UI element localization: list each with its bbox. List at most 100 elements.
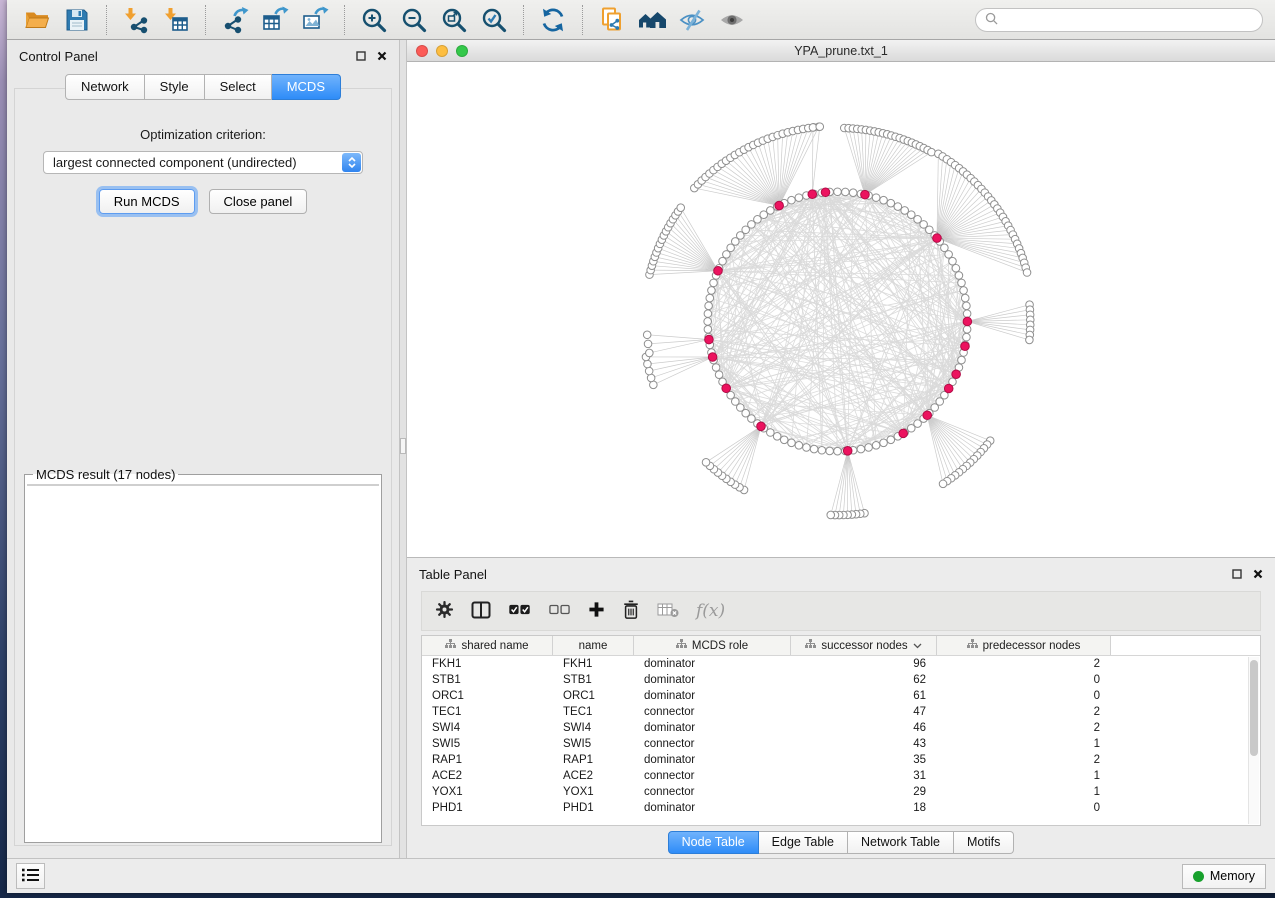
column-header-shared-name[interactable]: shared name (422, 636, 553, 655)
delete-column-button[interactable] (622, 596, 640, 626)
open-folder-button[interactable] (19, 3, 55, 37)
table-panel-tabs: Node TableEdge TableNetwork TableMotifs (407, 826, 1275, 858)
sort-descending-icon[interactable] (913, 640, 922, 652)
function-builder-button[interactable]: f(x) (696, 596, 725, 626)
table-row[interactable]: SWI4SWI4dominator462 (422, 720, 1260, 736)
zoom-in-button[interactable] (356, 3, 392, 37)
mcds-result-title: MCDS result (17 nodes) (33, 467, 178, 482)
search-input[interactable] (1003, 13, 1253, 27)
toggle-columns-button[interactable] (471, 596, 491, 626)
list-icon (22, 868, 40, 885)
table-row[interactable]: ACE2ACE2connector311 (422, 768, 1260, 784)
table-row[interactable]: STB1STB1dominator620 (422, 672, 1260, 688)
import-table-button[interactable] (158, 3, 194, 37)
close-window-icon[interactable] (416, 45, 428, 57)
unchecked-boxes-icon (548, 603, 571, 619)
close-panel-icon[interactable] (377, 51, 387, 61)
table-body: FKH1FKH1dominator962STB1STB1dominator620… (422, 656, 1260, 825)
export-image-button[interactable] (297, 3, 333, 37)
tab-edge-table[interactable]: Edge Table (759, 831, 848, 854)
table-row[interactable]: ORC1ORC1dominator610 (422, 688, 1260, 704)
cell-predecessor-nodes: 2 (937, 754, 1111, 766)
cell-predecessor-nodes: 0 (937, 690, 1111, 702)
close-table-panel-icon[interactable] (1253, 569, 1263, 579)
memory-label: Memory (1210, 869, 1255, 883)
tab-network[interactable]: Network (65, 74, 145, 100)
tab-motifs[interactable]: Motifs (954, 831, 1014, 854)
export-table-button[interactable] (257, 3, 293, 37)
minimize-window-icon[interactable] (436, 45, 448, 57)
table-row[interactable]: PHD1PHD1dominator180 (422, 800, 1260, 816)
deselect-all-button[interactable] (548, 596, 571, 626)
column-header-name[interactable]: name (553, 636, 634, 655)
cell-name: SWI5 (553, 738, 634, 750)
network-canvas[interactable] (407, 62, 1275, 557)
cell-name: YOX1 (553, 786, 634, 798)
show-all-button[interactable] (714, 3, 750, 37)
settings-gear-button[interactable] (435, 596, 454, 626)
close-panel-button[interactable]: Close panel (209, 189, 308, 214)
tab-network-table[interactable]: Network Table (848, 831, 954, 854)
table-scrollbar-thumb[interactable] (1250, 660, 1258, 756)
toolbar-separator (344, 5, 345, 35)
optimization-criterion-select[interactable]: largest connected component (undirected) (43, 151, 363, 174)
save-button[interactable] (59, 3, 95, 37)
panel-menu-button[interactable] (16, 863, 45, 889)
column-header-MCDS-role[interactable]: MCDS role (634, 636, 791, 655)
table-row[interactable]: RAP1RAP1dominator352 (422, 752, 1260, 768)
table-row[interactable]: TEC1TEC1connector472 (422, 704, 1260, 720)
status-bar: Memory (7, 858, 1275, 893)
column-type-icon (676, 639, 687, 652)
select-all-button[interactable] (508, 596, 531, 626)
table-row[interactable]: FKH1FKH1dominator962 (422, 656, 1260, 672)
cell-shared-name: SWI5 (422, 738, 553, 750)
refresh-button[interactable] (535, 3, 571, 37)
zoom-selected-button[interactable] (476, 3, 512, 37)
float-panel-icon[interactable] (356, 51, 366, 61)
cell-MCDS-role: dominator (634, 802, 791, 814)
memory-button[interactable]: Memory (1182, 864, 1266, 889)
network-graph[interactable] (407, 62, 1275, 557)
export-network-button[interactable] (217, 3, 253, 37)
splitter-grip[interactable] (400, 438, 406, 454)
cell-predecessor-nodes: 2 (937, 722, 1111, 734)
table-panel-titlebar: Table Panel (407, 558, 1275, 584)
delete-table-button[interactable] (657, 596, 679, 626)
open-folder-icon (23, 6, 51, 34)
table-scrollbar[interactable] (1248, 657, 1259, 824)
network-window: YPA_prune.txt_1 (407, 40, 1275, 558)
run-mcds-button[interactable]: Run MCDS (99, 189, 195, 214)
export-image-icon (301, 6, 329, 34)
cell-successor-nodes: 96 (791, 658, 937, 670)
import-network-icon (122, 6, 150, 34)
cell-successor-nodes: 47 (791, 706, 937, 718)
hide-selected-button[interactable] (674, 3, 710, 37)
maximize-window-icon[interactable] (456, 45, 468, 57)
cell-predecessor-nodes: 1 (937, 786, 1111, 798)
float-table-panel-icon[interactable] (1232, 569, 1242, 579)
first-neighbors-button[interactable] (634, 3, 670, 37)
export-table-icon (261, 6, 289, 34)
import-network-button[interactable] (118, 3, 154, 37)
column-header-predecessor-nodes[interactable]: predecessor nodes (937, 636, 1111, 655)
tab-mcds[interactable]: MCDS (272, 74, 341, 100)
cell-shared-name: SWI4 (422, 722, 553, 734)
zoom-out-button[interactable] (396, 3, 432, 37)
tab-node-table[interactable]: Node Table (668, 831, 759, 854)
panel-splitter[interactable] (399, 40, 407, 858)
gear-icon (435, 600, 454, 622)
criterion-selected-value: largest connected component (undirected) (53, 155, 297, 170)
table-row[interactable]: SWI5SWI5connector431 (422, 736, 1260, 752)
add-column-button[interactable] (588, 596, 605, 626)
tab-style[interactable]: Style (145, 74, 205, 100)
tab-select[interactable]: Select (205, 74, 272, 100)
cell-shared-name: STB1 (422, 674, 553, 686)
zoom-fit-button[interactable] (436, 3, 472, 37)
clone-network-button[interactable] (594, 3, 630, 37)
refresh-icon (539, 6, 567, 34)
table-row[interactable]: YOX1YOX1connector291 (422, 784, 1260, 800)
column-header-successor-nodes[interactable]: successor nodes (791, 636, 937, 655)
cell-predecessor-nodes: 0 (937, 802, 1111, 814)
clone-network-icon (598, 6, 626, 34)
cell-shared-name: FKH1 (422, 658, 553, 670)
